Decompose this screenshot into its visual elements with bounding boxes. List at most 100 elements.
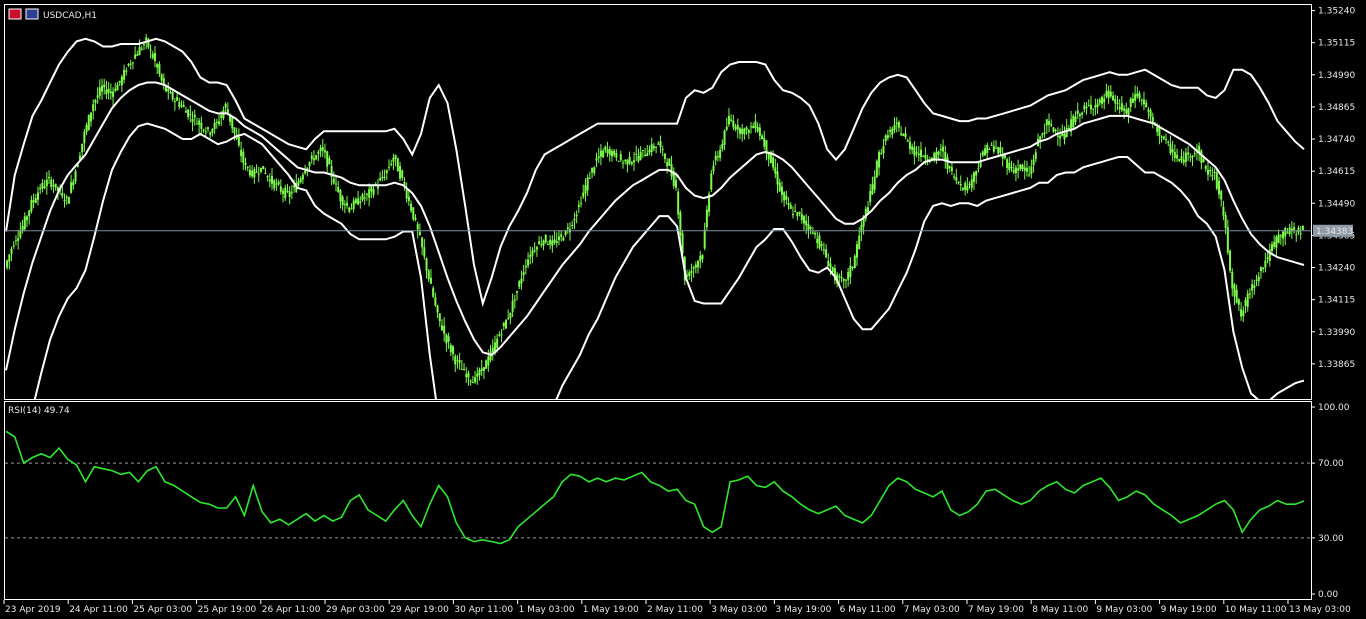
candle-body xyxy=(1105,91,1108,97)
candle-body xyxy=(880,153,883,155)
candle-body xyxy=(231,117,234,129)
candle-body xyxy=(838,276,841,278)
candle-body xyxy=(756,126,759,132)
candle-body xyxy=(396,158,399,172)
candle-body xyxy=(1010,166,1013,168)
candle-body xyxy=(1008,163,1011,171)
candle-body xyxy=(719,149,722,158)
candle-body xyxy=(555,241,558,244)
candle-body xyxy=(359,201,362,203)
candle-body xyxy=(1193,153,1196,155)
candle-body xyxy=(43,186,46,189)
candle-body xyxy=(798,211,801,214)
candle-body xyxy=(624,160,627,162)
candle-body xyxy=(242,151,245,163)
candle-body xyxy=(1171,149,1174,153)
candle-body xyxy=(81,143,84,153)
candle-body xyxy=(582,192,585,197)
candle-body xyxy=(1206,169,1209,175)
candle-body xyxy=(387,166,390,168)
candle-body xyxy=(480,368,483,371)
candle-body xyxy=(323,150,326,153)
candle-body xyxy=(213,122,216,130)
candle-body xyxy=(1043,132,1046,134)
candle-body xyxy=(571,224,574,226)
chart-background xyxy=(0,0,1366,619)
candle-body xyxy=(1078,114,1081,117)
candle-body xyxy=(513,299,516,301)
candle-body xyxy=(83,131,86,144)
candle-body xyxy=(432,288,435,297)
candle-body xyxy=(694,264,697,268)
candle-body xyxy=(410,203,413,211)
candle-body xyxy=(610,151,613,157)
candle-body xyxy=(165,86,168,92)
candle-body xyxy=(935,151,938,159)
candle-body xyxy=(255,171,258,173)
candle-body xyxy=(1107,90,1110,99)
candle-body xyxy=(496,338,499,348)
candle-body xyxy=(984,148,987,156)
candle-body xyxy=(1251,284,1254,291)
candle-body xyxy=(1098,99,1101,103)
candle-body xyxy=(1021,164,1024,169)
price-axis-label: 1.34740 xyxy=(1318,135,1355,145)
candle-body xyxy=(1301,225,1304,231)
candle-body xyxy=(154,53,157,61)
candle-body xyxy=(968,183,971,185)
candle-body xyxy=(224,103,227,108)
candle-body xyxy=(1054,129,1057,132)
candle-body xyxy=(840,277,843,279)
candle-body xyxy=(855,244,858,258)
candle-body xyxy=(1231,271,1234,289)
candle-body xyxy=(1176,154,1179,159)
candle-body xyxy=(103,84,106,88)
candle-body xyxy=(1220,191,1223,200)
candle-body xyxy=(352,200,355,209)
candle-body xyxy=(1114,99,1117,104)
candle-body xyxy=(447,336,450,342)
candle-body xyxy=(1240,309,1243,317)
candle-body xyxy=(1041,133,1044,136)
candle-body xyxy=(449,344,452,353)
candle-body xyxy=(215,122,218,124)
time-axis-label: 3 May 03:00 xyxy=(711,605,767,615)
candle-body xyxy=(1076,110,1079,114)
candle-body xyxy=(257,173,260,175)
candle-body xyxy=(1072,115,1075,128)
candle-body xyxy=(961,188,964,190)
candle-body xyxy=(328,157,331,165)
candle-body xyxy=(628,156,631,164)
candle-body xyxy=(516,290,519,293)
candle-body xyxy=(692,267,695,269)
candle-body xyxy=(635,153,638,155)
candle-body xyxy=(674,180,677,188)
candle-body xyxy=(1023,167,1026,171)
candle-body xyxy=(690,271,693,274)
candle-body xyxy=(1138,93,1141,99)
price-axis-label: 1.34615 xyxy=(1318,167,1355,177)
candle-body xyxy=(787,202,790,205)
price-axis-label: 1.34240 xyxy=(1318,264,1355,274)
candle-body xyxy=(871,184,874,195)
candle-body xyxy=(763,137,766,147)
candle-body xyxy=(895,122,898,125)
candle-body xyxy=(123,69,126,80)
candle-body xyxy=(697,261,700,268)
candle-body xyxy=(1017,168,1020,171)
candle-body xyxy=(736,124,739,130)
candle-body xyxy=(553,239,556,243)
candle-body xyxy=(549,239,552,245)
candle-body xyxy=(1081,112,1084,115)
time-axis-label: 13 May 03:00 xyxy=(1289,605,1351,615)
candle-body xyxy=(562,237,565,241)
candle-body xyxy=(1123,108,1126,111)
candle-body xyxy=(849,265,852,277)
candle-body xyxy=(666,162,669,167)
candle-body xyxy=(551,240,554,246)
candle-body xyxy=(924,154,927,159)
candle-body xyxy=(423,247,426,257)
candle-body xyxy=(1266,257,1269,259)
candle-body xyxy=(959,183,962,186)
candle-body xyxy=(363,197,366,199)
